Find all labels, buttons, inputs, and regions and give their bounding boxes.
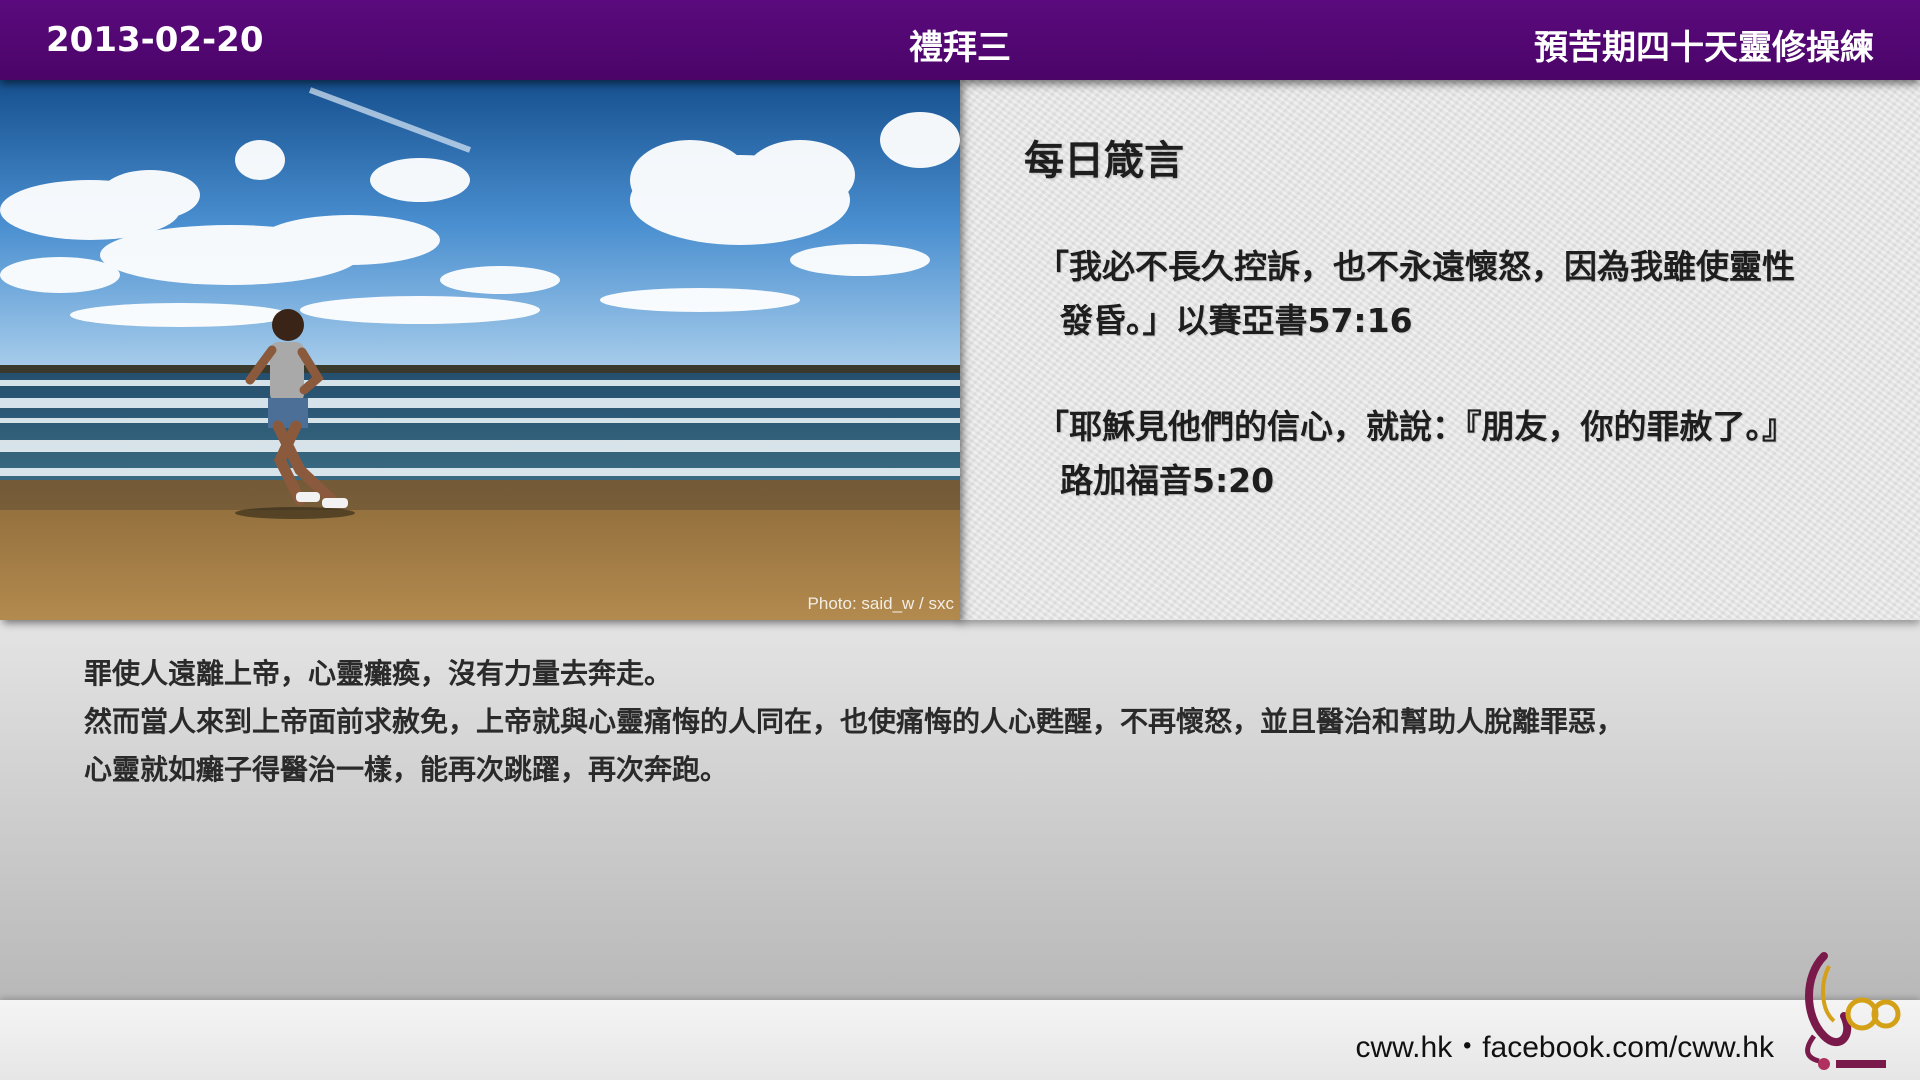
verse-luke: 「耶穌見他們的信心，就說：『朋友，你的罪赦了。』 路加福音5:20 [1036,400,1896,508]
verse-luke-line2: 路加福音5:20 [1060,461,1275,500]
proverb-title: 每日箴言 [1024,138,1184,184]
reflection-paragraph-3: 心靈就如癱子得醫治一樣，能再次跳躍，再次奔跑。 [84,753,729,786]
verse-isaiah: 「我必不長久控訴，也不永遠懷怒，因為我雖使靈性 發昏。」以賽亞書57:16 [1036,240,1896,348]
header-bar: 2013-02-20 禮拜三 預苦期四十天靈修操練 [0,0,1920,80]
photo-credit: Photo: said_w / sxc [807,594,954,613]
verse-luke-line1: 「耶穌見他們的信心，就說：『朋友，你的罪赦了。』 [1036,407,1795,446]
footer-bar: cww.hk・facebook.com/cww.hk [0,1000,1920,1080]
reflection-paragraph-2: 然而當人來到上帝面前求赦免，上帝就與心靈痛悔的人同在，也使痛悔的人心甦醒，不再懷… [84,705,1625,738]
reflection-section: 罪使人遠離上帝，心靈癱瘓，沒有力量去奔走。 然而當人來到上帝面前求赦免，上帝就與… [0,620,1920,1000]
series-title: 預苦期四十天靈修操練 [1534,28,1874,68]
publisher-logo [1805,952,1901,1070]
reflection-paragraph-1: 罪使人遠離上帝，心靈癱瘓，沒有力量去奔走。 [84,657,673,690]
photo-illustration [0,80,960,620]
daily-proverb-panel: 每日箴言 「我必不長久控訴，也不永遠懷怒，因為我雖使靈性 發昏。」以賽亞書57:… [960,80,1920,620]
beach-runner-photo: Photo: said_w / sxc [0,80,960,620]
verse-isaiah-line1: 「我必不長久控訴，也不永遠懷怒，因為我雖使靈性 [1036,247,1795,286]
verse-isaiah-line2: 發昏。」以賽亞書57:16 [1060,301,1413,340]
footer-links: cww.hk・facebook.com/cww.hk [1355,1031,1775,1064]
